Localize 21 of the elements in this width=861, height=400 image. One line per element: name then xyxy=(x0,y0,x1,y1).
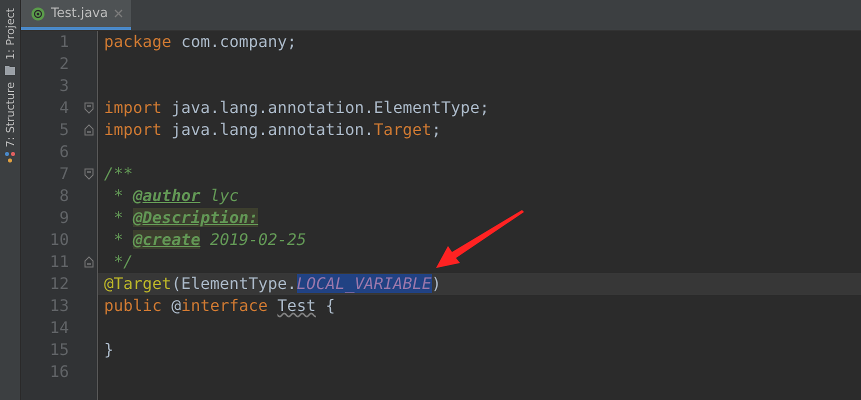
fold-marker-icon[interactable] xyxy=(84,256,94,268)
tool-window-label[interactable]: 7: Structure xyxy=(4,82,16,148)
fold-marker-icon[interactable] xyxy=(84,102,94,114)
fold-marker-icon[interactable] xyxy=(84,168,94,180)
code-line: package com.company; xyxy=(103,31,298,53)
folder-icon xyxy=(4,64,16,76)
code-line: */ xyxy=(112,251,134,273)
tab-label: Test.java xyxy=(51,6,108,21)
code-line: public @interface Test { xyxy=(103,295,336,317)
code-line: import java.lang.annotation.ElementType; xyxy=(103,97,490,119)
editor-tab[interactable]: Test.java xyxy=(21,0,131,30)
structure-icon xyxy=(4,151,16,164)
code-line: } xyxy=(103,339,115,361)
code-line: /** xyxy=(103,163,134,185)
fold-marker-icon[interactable] xyxy=(84,124,94,136)
tool-window-label[interactable]: 1: Project xyxy=(4,8,16,60)
code-line: * @create 2019-02-25 xyxy=(112,229,308,251)
annotation-file-icon xyxy=(31,6,45,20)
code-line: * @author lyc xyxy=(112,185,240,207)
code-line: * @Description: xyxy=(112,207,260,229)
code-line: import java.lang.annotation.Target; xyxy=(103,119,442,141)
